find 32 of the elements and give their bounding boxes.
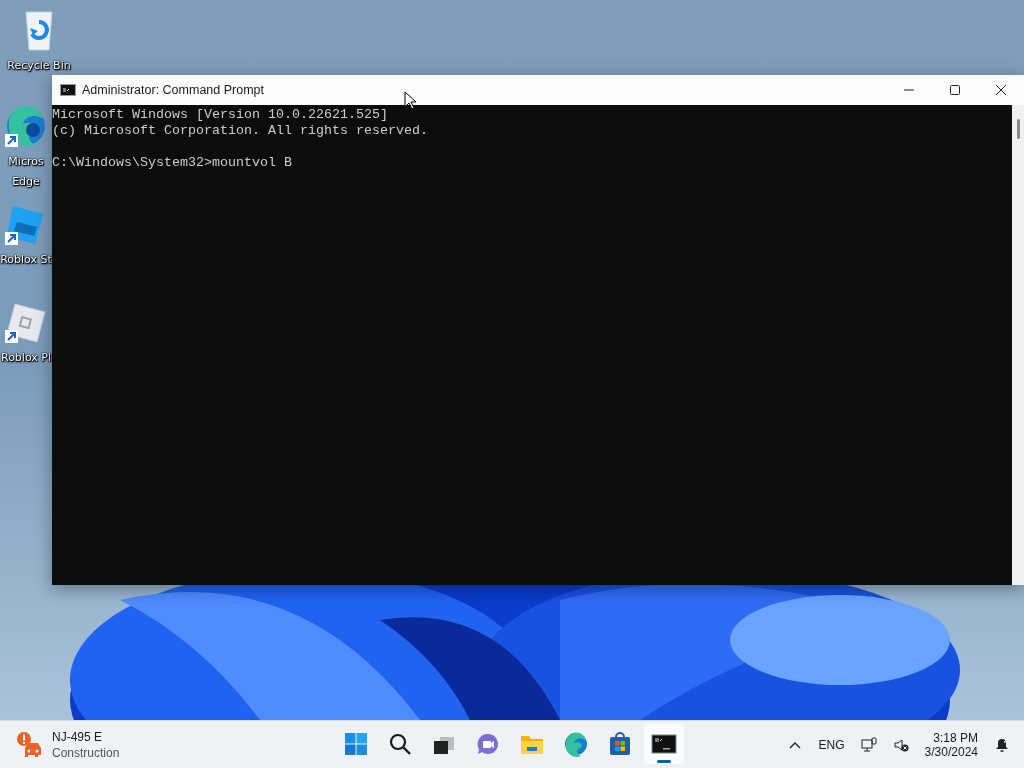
scrollbar[interactable] — [1012, 105, 1024, 585]
search-icon — [387, 731, 413, 757]
browser-icon — [563, 731, 589, 757]
chat-icon — [475, 731, 501, 757]
icon-label: Roblox St — [0, 252, 52, 268]
icon-label: Roblox Pl — [1, 350, 51, 366]
console-icon — [651, 731, 677, 757]
clock-button[interactable]: 3:18 PM 3/30/2024 — [920, 730, 982, 759]
traffic-alert-icon[interactable] — [16, 730, 44, 759]
network-icon — [860, 736, 877, 753]
taskbar-button[interactable] — [644, 724, 684, 764]
volume-muted-icon — [892, 736, 909, 753]
clock-time: 3:18 PM — [933, 730, 978, 745]
icon-label: Micros — [8, 154, 44, 170]
tile-icon[interactable] — [3, 300, 49, 346]
maximize-icon — [949, 84, 961, 96]
widget-subtitle: Construction — [52, 744, 120, 761]
language-indicator[interactable]: ENG — [814, 737, 849, 752]
console-area[interactable]: Microsoft Windows [Version 10.0.22621.525] (c) Microsoft Corporation. All rights reserved. C:\Windows\System32>mountvol B — [52, 105, 1012, 585]
console-line: (c) Microsoft Corporation. All rights reserved. — [52, 123, 429, 139]
start-icon — [343, 731, 369, 757]
store-icon — [607, 731, 633, 757]
command-line: C:\Windows\System32>mountvol B — [52, 155, 293, 171]
clock-date: 3/30/2024 — [924, 744, 978, 759]
close-icon — [995, 84, 1007, 96]
console-line: Microsoft Windows [Version 10.0.22621.525] — [52, 107, 389, 123]
icon-label: Edge — [12, 174, 40, 190]
icon-label: Recycle Bin — [7, 58, 71, 74]
widget-title: NJ-495 E — [52, 728, 104, 745]
console-icon — [60, 84, 76, 96]
bell-icon — [994, 736, 1010, 753]
window-title: Administrator: Command Prompt — [82, 83, 265, 97]
